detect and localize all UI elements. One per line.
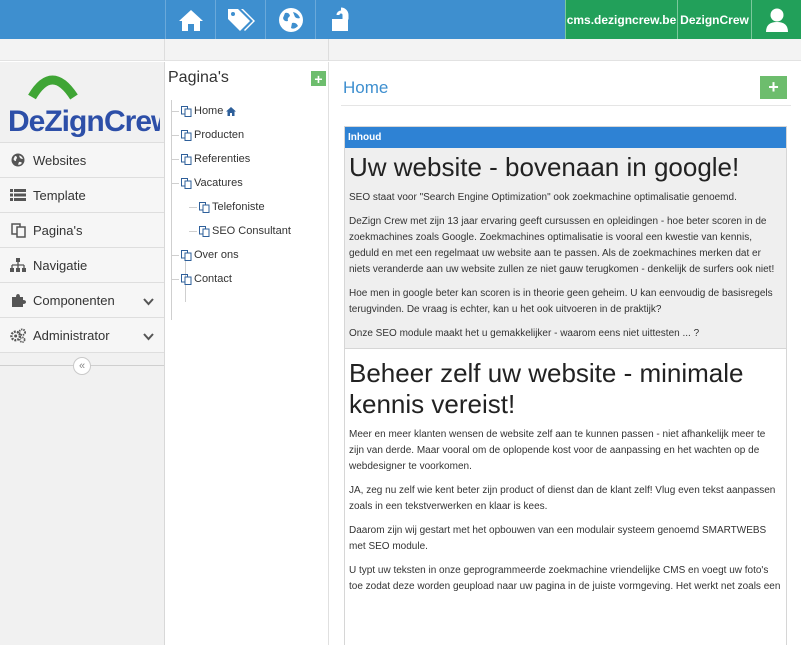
add-page-button[interactable]: + (311, 71, 326, 86)
sidebar-item-label: Pagina's (33, 222, 83, 238)
content-heading: Beheer zelf uw website - minimale kennis… (349, 358, 744, 419)
page-icon (181, 153, 192, 165)
content-block[interactable]: Uw website - bovenaan in google! SEO sta… (345, 148, 786, 349)
content-panel: Inhoud Uw website - bovenaan in google! … (344, 126, 787, 645)
tree-item-over-ons[interactable]: Over ons (171, 247, 239, 263)
domain-button[interactable]: cms.dezigncrew.be (565, 0, 677, 39)
tree-item-vacatures[interactable]: Vacatures (171, 175, 243, 191)
sidebar: DeZign Crew Websites Template Pagina's N… (0, 62, 165, 645)
sidebar-item-label: Websites (33, 152, 87, 168)
collapse-sidebar-button[interactable]: « (73, 357, 91, 375)
tree-item-label: Referenties (194, 153, 251, 165)
tree-item-contact[interactable]: Contact (171, 271, 232, 287)
sidebar-item-paginas[interactable]: Pagina's (0, 212, 164, 247)
panel-header: Inhoud (345, 127, 786, 148)
page-icon (181, 105, 192, 117)
home-icon[interactable] (165, 0, 215, 39)
content-paragraph: Meer en meer klanten wensen de website z… (349, 429, 766, 472)
tree-item-label: Over ons (194, 249, 239, 261)
tree-item-seo-consultant[interactable]: SEO Consultant (189, 223, 291, 239)
tree-item-telefoniste[interactable]: Telefoniste (189, 199, 265, 215)
main-content: Home + Inhoud Uw website - bovenaan in g… (329, 62, 801, 645)
globe-icon[interactable] (265, 0, 315, 39)
sidebar-item-componenten[interactable]: Componenten (0, 282, 164, 317)
unlock-icon[interactable] (315, 0, 365, 39)
sidebar-item-administrator[interactable]: Administrator (0, 317, 164, 352)
svg-text:Crew: Crew (104, 105, 160, 137)
tree-item-label: Home (194, 105, 224, 117)
sidebar-item-label: Template (33, 187, 86, 203)
tree-item-label: SEO Consultant (212, 225, 291, 237)
home-icon (226, 106, 237, 116)
tree-item-referenties[interactable]: Referenties (171, 151, 251, 167)
sitemap-icon (10, 257, 26, 273)
tree-item-label: Producten (194, 129, 245, 141)
sidebar-item-label: Componenten (33, 292, 115, 308)
add-content-button[interactable]: + (760, 76, 787, 99)
content-paragraph: SEO staat voor "Search Engine Optimizati… (349, 192, 737, 203)
content-paragraph: JA, zeg nu zelf wie kent beter zijn prod… (349, 485, 776, 512)
top-navbar: cms.dezigncrew.be DezignCrew (0, 0, 801, 39)
pages-tree-panel: Pagina's + Home Producten Referenties Va… (165, 62, 329, 645)
content-block[interactable]: Beheer zelf uw website - minimale kennis… (345, 349, 786, 607)
brand-button[interactable]: DezignCrew (677, 0, 751, 39)
content-paragraph: U typt uw teksten in onze geprogrammeerd… (349, 565, 781, 592)
tags-icon[interactable] (215, 0, 265, 39)
sidebar-item-label: Navigatie (33, 257, 88, 273)
svg-text:DeZign: DeZign (8, 105, 104, 137)
list-icon (10, 187, 26, 203)
sub-toolbar (0, 39, 801, 61)
page-icon (181, 273, 192, 285)
page-icon (199, 201, 210, 213)
sidebar-item-websites[interactable]: Websites (0, 142, 164, 177)
sidebar-item-navigatie[interactable]: Navigatie (0, 247, 164, 282)
content-paragraph: DeZign Crew met zijn 13 jaar ervaring ge… (349, 216, 775, 275)
tree-item-home[interactable]: Home (171, 103, 237, 119)
content-paragraph: Onze SEO module maakt het u gemakkelijke… (349, 328, 700, 339)
globe-icon (10, 152, 26, 168)
page-title: Home (343, 78, 389, 97)
puzzle-icon (10, 292, 26, 308)
page-icon (199, 225, 210, 237)
cogs-icon (10, 327, 26, 343)
sidebar-collapse: « (0, 352, 164, 378)
user-icon[interactable] (751, 0, 801, 39)
pages-icon (10, 222, 26, 238)
tree-item-label: Contact (194, 273, 232, 285)
tree-item-producten[interactable]: Producten (171, 127, 245, 143)
sidebar-item-label: Administrator (33, 327, 110, 343)
page-icon (181, 177, 192, 189)
chevron-down-icon (143, 294, 154, 309)
content-heading: Uw website - bovenaan in google! (349, 152, 740, 182)
content-paragraph: Hoe men in google beter kan scoren is in… (349, 288, 773, 315)
tree-item-label: Telefoniste (212, 201, 265, 213)
sidebar-item-template[interactable]: Template (0, 177, 164, 212)
chevron-down-icon (143, 329, 154, 344)
page-icon (181, 129, 192, 141)
pages-title: Pagina's (168, 69, 229, 86)
dezign-crew-logo[interactable]: DeZign Crew (0, 62, 164, 142)
tree-item-label: Vacatures (194, 177, 243, 189)
content-paragraph: Daarom zijn wij gestart met het opbouwen… (349, 525, 767, 552)
page-icon (181, 249, 192, 261)
